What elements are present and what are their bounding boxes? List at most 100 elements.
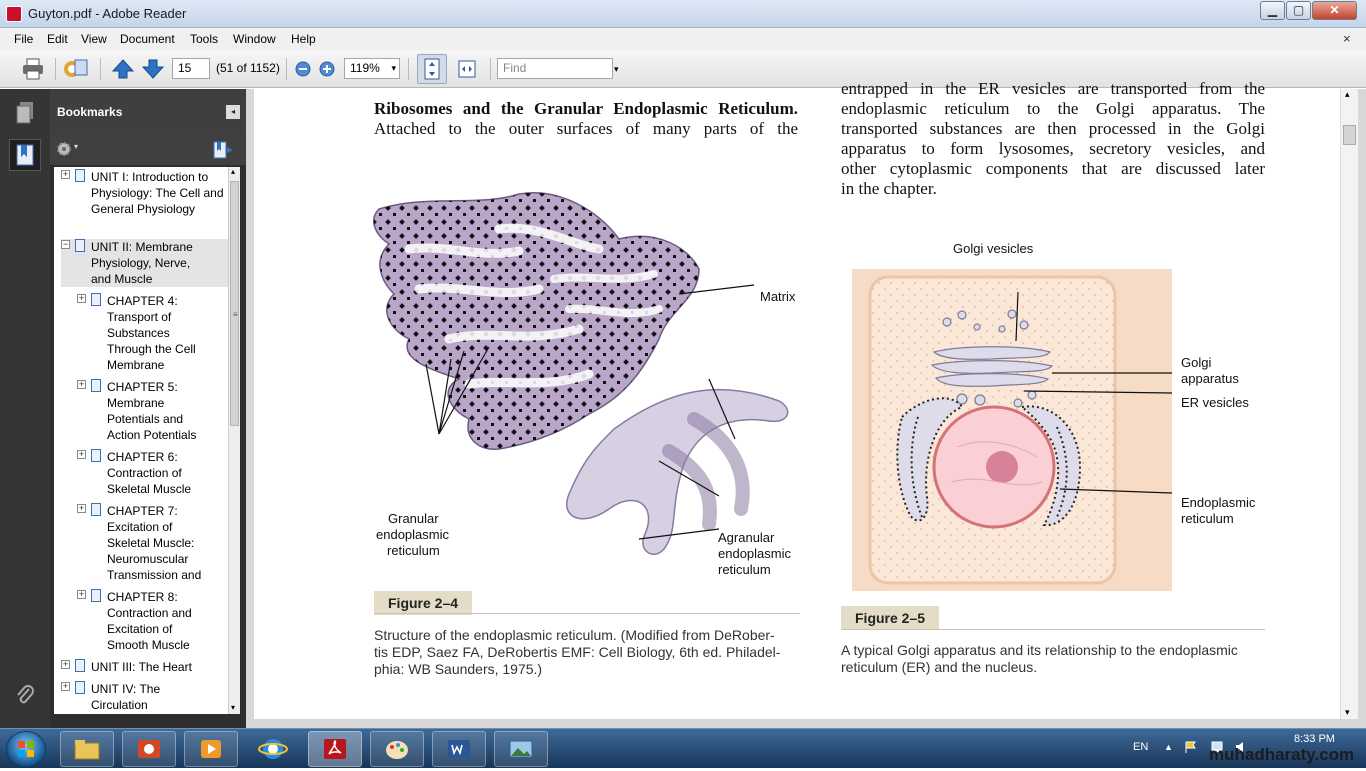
collaborate-icon[interactable] — [63, 56, 89, 82]
media-player-taskbar-icon[interactable] — [184, 731, 238, 767]
language-indicator[interactable]: EN — [1133, 741, 1148, 753]
bookmark-page-icon — [91, 293, 101, 306]
scroll-down-icon[interactable]: ▾ — [231, 703, 235, 712]
scroll-up-icon[interactable]: ▴ — [1345, 89, 1350, 100]
menu-file[interactable]: File — [14, 32, 33, 46]
menu-window[interactable]: Window — [233, 32, 276, 46]
bookmark-item[interactable]: + UNIT III: The Heart — [61, 659, 229, 675]
start-button[interactable] — [6, 731, 46, 767]
expand-icon[interactable]: + — [77, 294, 86, 303]
menu-bar: File Edit View Document Tools Window Hel… — [0, 28, 1366, 50]
powerpoint-taskbar-icon[interactable] — [122, 731, 176, 767]
clock-time[interactable]: 8:33 PM — [1294, 733, 1335, 745]
bookmark-page-icon — [91, 589, 101, 602]
pages-panel-icon[interactable] — [9, 97, 41, 129]
expand-icon[interactable]: + — [77, 590, 86, 599]
menu-tools[interactable]: Tools — [190, 32, 218, 46]
show-hidden-icons-icon[interactable]: ▲ — [1164, 742, 1173, 752]
left-paragraph-heading: Ribosomes and the Granular Endoplasmic R… — [374, 99, 798, 118]
scroll-thumb[interactable]: ≡ — [230, 181, 239, 426]
menu-view[interactable]: View — [81, 32, 107, 46]
taskbar: EN ▲ 8:33 PM muhadharaty.com — [0, 728, 1366, 768]
label-granular-er: Granular — [388, 511, 439, 526]
bookmark-page-icon — [75, 681, 85, 694]
bookmarks-header: Bookmarks ◂ — [50, 89, 246, 135]
adobe-reader-taskbar-icon[interactable] — [308, 731, 362, 767]
right-paragraph-line: in the chapter. — [841, 179, 937, 198]
right-paragraph-line: apparatus to form lysosomes, secretory v… — [841, 139, 1265, 158]
scroll-thumb[interactable] — [1343, 125, 1356, 145]
collapse-icon[interactable]: − — [61, 240, 70, 249]
bookmark-item[interactable]: + UNIT I: Introduction to Physiology: The… — [61, 169, 229, 233]
menu-edit[interactable]: Edit — [47, 32, 68, 46]
watermark-text: muhadharaty.com — [1209, 745, 1355, 764]
label-matrix: Matrix — [760, 289, 796, 304]
collapse-panel-icon[interactable]: ◂ — [226, 105, 240, 119]
fit-width-icon[interactable] — [454, 56, 480, 82]
navigation-pane — [0, 89, 50, 728]
bookmark-item-selected[interactable]: − UNIT II: Membrane Physiology, Nerve, an… — [61, 239, 229, 287]
chevron-down-icon: ▾ — [391, 63, 396, 73]
bookmark-item[interactable]: + CHAPTER 6: Contraction of Skeletal Musc… — [77, 449, 227, 497]
label-endoplasmic-reticulum: reticulum — [1181, 511, 1234, 526]
right-paragraph-line: other cytoplasmic components that are di… — [841, 159, 1265, 178]
label-golgi-apparatus: Golgi — [1181, 355, 1212, 370]
bookmark-item[interactable]: + UNIT IV: The Circulation — [61, 681, 229, 713]
document-close-icon[interactable]: × — [1343, 31, 1351, 46]
print-icon[interactable] — [20, 56, 46, 82]
document-scrollbar[interactable]: ▴ ▾ — [1340, 89, 1358, 719]
label-agranular-er: reticulum — [718, 562, 771, 577]
menu-document[interactable]: Document — [120, 32, 175, 46]
zoom-out-icon[interactable] — [290, 56, 316, 82]
options-gear-icon[interactable]: ▾ — [56, 141, 84, 159]
bookmark-item[interactable]: + CHAPTER 7: Excitation of Skeletal Muscl… — [77, 503, 227, 583]
label-agranular-er: endoplasmic — [718, 546, 791, 561]
previous-page-icon[interactable] — [110, 56, 136, 82]
find-input[interactable]: Find — [497, 58, 613, 79]
word-taskbar-icon[interactable] — [432, 731, 486, 767]
bookmark-page-icon — [91, 449, 101, 462]
close-button[interactable]: ✕ — [1312, 1, 1357, 20]
find-options-chevron-icon[interactable]: ▾ — [614, 64, 619, 75]
figure-2-4-heading: Figure 2–4 — [374, 591, 472, 615]
zoom-level-select[interactable]: 119% ▾ — [344, 58, 400, 79]
expand-icon[interactable]: + — [61, 170, 70, 179]
window-border — [1358, 89, 1366, 728]
expand-icon[interactable]: + — [61, 660, 70, 669]
label-golgi-vesicles: Golgi vesicles — [953, 241, 1034, 256]
fit-page-icon[interactable] — [417, 54, 447, 84]
reader-window: Guyton.pdf - Adobe Reader ▁ ▢ ✕ File Edi… — [0, 0, 1366, 728]
page-number-input[interactable]: 15 — [172, 58, 210, 79]
photo-viewer-taskbar-icon[interactable] — [494, 731, 548, 767]
menu-help[interactable]: Help — [291, 32, 316, 46]
next-page-icon[interactable] — [140, 56, 166, 82]
expand-icon[interactable]: + — [61, 682, 70, 691]
bookmarks-scrollbar[interactable]: ▴ ≡ ▾ — [228, 167, 240, 714]
bookmark-item[interactable]: + CHAPTER 8: Contraction and Excitation o… — [77, 589, 227, 653]
explorer-taskbar-icon[interactable] — [60, 731, 114, 767]
bookmark-item[interactable]: + CHAPTER 5: Membrane Potentials and Acti… — [77, 379, 227, 443]
expand-icon[interactable]: + — [77, 450, 86, 459]
zoom-in-icon[interactable] — [314, 56, 340, 82]
figure-2-5-caption: A typical Golgi apparatus and its relati… — [841, 642, 1238, 658]
scroll-down-icon[interactable]: ▾ — [1345, 707, 1350, 718]
label-er-vesicles: ER vesicles — [1181, 395, 1249, 410]
right-paragraph-line: endoplasmic reticulum to the Golgi appar… — [841, 99, 1265, 118]
label-golgi-apparatus: apparatus — [1181, 371, 1239, 386]
bookmark-item[interactable]: + CHAPTER 4: Transport of Substances Thro… — [77, 293, 227, 373]
expand-icon[interactable]: + — [77, 504, 86, 513]
expand-icon[interactable]: + — [77, 380, 86, 389]
minimize-button[interactable]: ▁ — [1260, 1, 1285, 20]
action-center-flag-icon[interactable] — [1184, 740, 1198, 754]
attachments-icon[interactable] — [9, 679, 41, 711]
bookmarks-panel-icon[interactable] — [9, 139, 41, 171]
internet-explorer-taskbar-icon[interactable] — [246, 731, 300, 767]
maximize-button[interactable]: ▢ — [1286, 1, 1311, 20]
figure-2-4-caption: Structure of the endoplasmic reticulum. … — [374, 627, 775, 643]
scroll-up-icon[interactable]: ▴ — [231, 167, 235, 176]
new-bookmark-icon[interactable] — [212, 140, 234, 160]
bookmark-page-icon — [91, 379, 101, 392]
figure-2-5-caption: reticulum (ER) and the nucleus. — [841, 659, 1038, 675]
panel-splitter[interactable] — [246, 89, 254, 728]
paint-taskbar-icon[interactable] — [370, 731, 424, 767]
